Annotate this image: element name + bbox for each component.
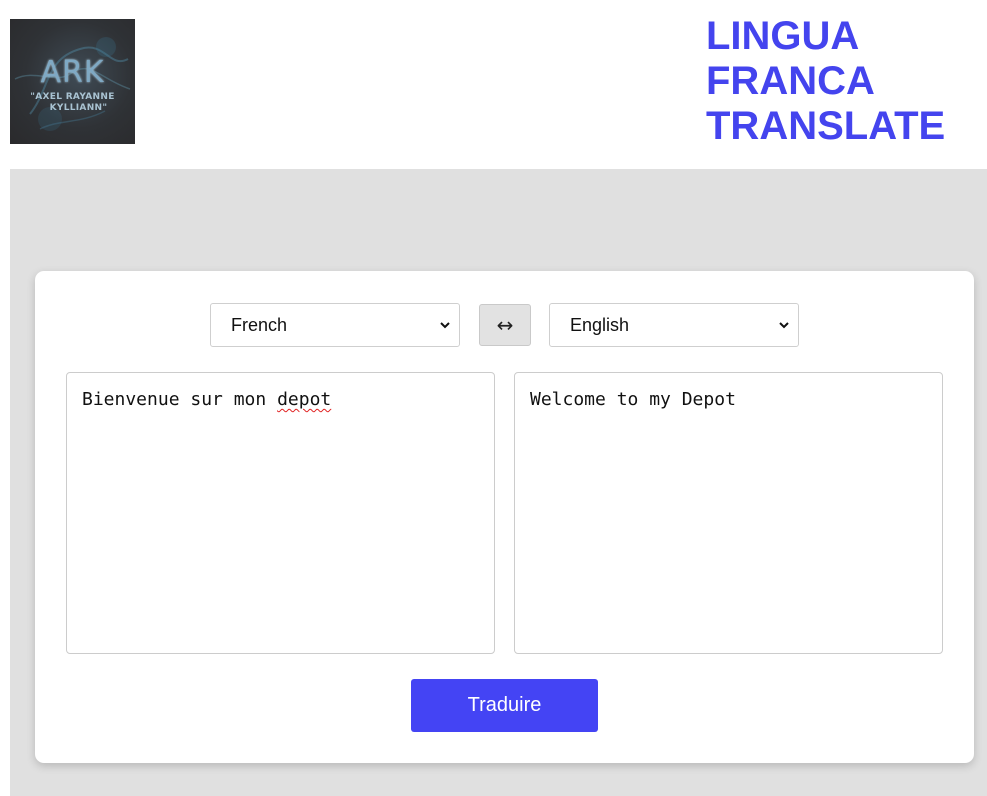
swap-arrows-icon: ↔ xyxy=(496,313,514,337)
target-language-select[interactable]: English xyxy=(549,303,799,347)
brand-title-line-3: TRANSLATE xyxy=(706,104,946,148)
header: ARK "AXEL RAYANNE KYLLIANN" LINGUA FRANC… xyxy=(0,0,987,169)
spellcheck-flagged-word: depot xyxy=(277,389,332,410)
target-language-value: English xyxy=(570,315,630,335)
logo-subtitle-line2: KYLLIANN" xyxy=(49,103,108,113)
swap-languages-button[interactable]: ↔ xyxy=(479,304,531,346)
translated-text-output[interactable]: Welcome to my Depot xyxy=(514,372,943,654)
logo-subtitle-line1: "AXEL RAYANNE xyxy=(30,92,115,102)
chevron-down-icon xyxy=(779,322,789,329)
source-language-select[interactable]: French xyxy=(210,303,460,347)
translate-button[interactable]: Traduire xyxy=(411,679,598,732)
brand-title-line-2: FRANCA xyxy=(706,59,875,103)
brand-title-line-1: LINGUA xyxy=(706,14,860,58)
logo-wordmark: ARK xyxy=(40,55,105,90)
brand-title: LINGUA FRANCA TRANSLATE xyxy=(706,14,976,149)
translated-text-content: Welcome to my Depot xyxy=(530,389,736,410)
source-language-value: French xyxy=(231,315,288,335)
source-text-input[interactable]: Bienvenue sur mon depot xyxy=(66,372,495,654)
chevron-down-icon xyxy=(440,322,450,329)
source-text-content: Bienvenue sur mon xyxy=(82,389,278,410)
ark-logo: ARK "AXEL RAYANNE KYLLIANN" xyxy=(10,19,135,144)
